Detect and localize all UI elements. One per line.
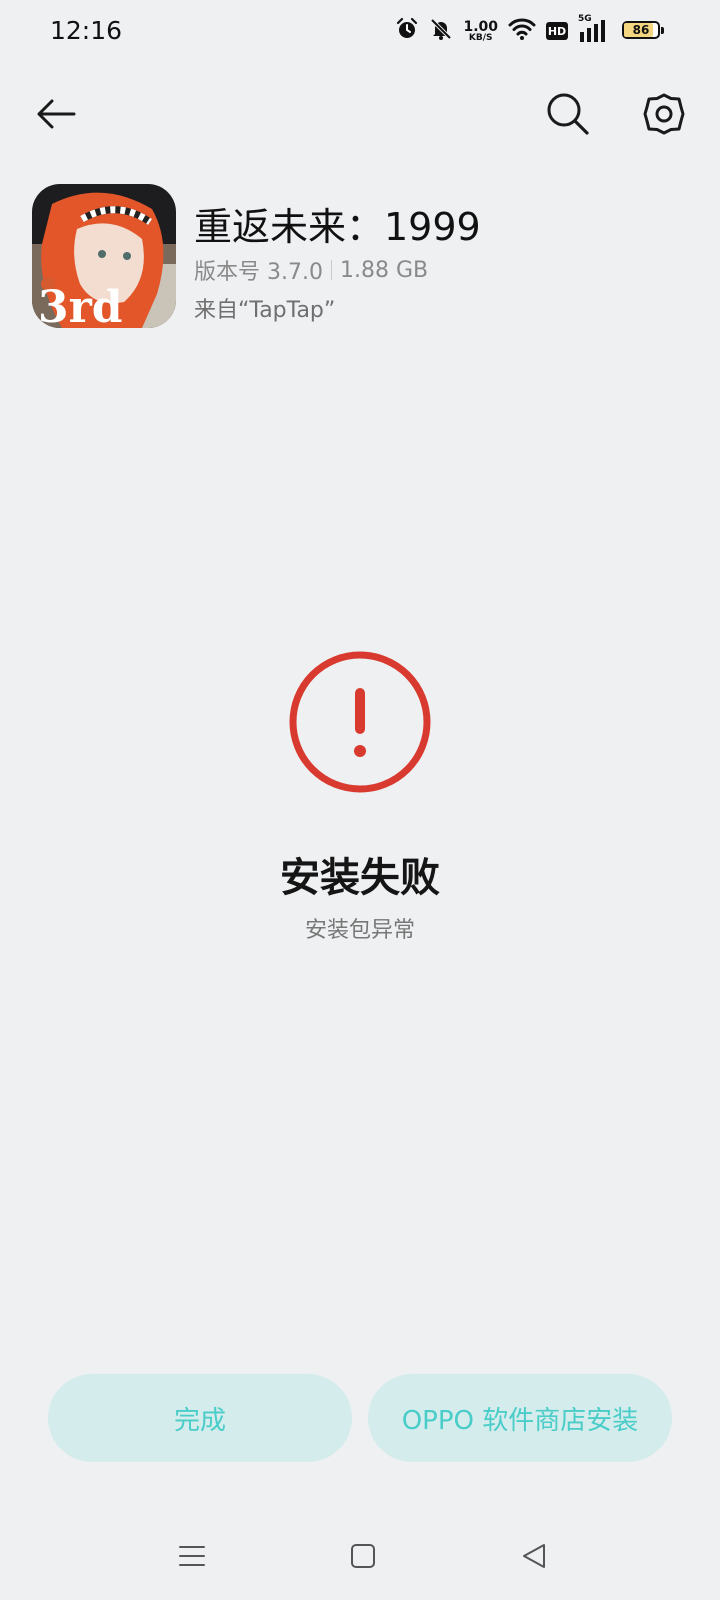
settings-button[interactable] bbox=[636, 88, 692, 144]
network-speed-value: 1.00 bbox=[463, 18, 498, 35]
status-time: 12:16 bbox=[50, 16, 123, 45]
hd-badge: HD bbox=[546, 22, 568, 40]
bell-muted-icon bbox=[429, 17, 453, 45]
search-icon bbox=[545, 91, 591, 141]
app-info: 3rd 重返未来：1999 版本号 3.7.0 1.88 GB 来自“TapTa… bbox=[32, 184, 692, 328]
meta-divider bbox=[330, 260, 332, 280]
app-icon-text: 3rd bbox=[38, 282, 123, 328]
back-button[interactable] bbox=[28, 88, 84, 144]
app-version: 版本号 3.7.0 bbox=[194, 260, 323, 285]
back-icon bbox=[520, 1542, 548, 1574]
home-icon bbox=[349, 1542, 377, 1574]
done-button[interactable]: 完成 bbox=[48, 1374, 352, 1462]
app-meta: 版本号 3.7.0 1.88 GB bbox=[194, 254, 428, 286]
app-icon: 3rd bbox=[32, 184, 176, 328]
battery-level: 86 bbox=[632, 23, 650, 37]
alarm-icon bbox=[395, 17, 419, 45]
app-name: 重返未来：1999 bbox=[194, 205, 481, 249]
network-speed: 1.00 KB/S bbox=[463, 20, 498, 43]
wifi-icon bbox=[508, 17, 536, 45]
error-icon bbox=[288, 650, 432, 794]
result-subtitle: 安装包异常 bbox=[304, 918, 415, 943]
app-size: 1.88 GB bbox=[339, 257, 429, 283]
search-button[interactable] bbox=[540, 88, 596, 144]
app-source: 来自“TapTap” bbox=[194, 298, 336, 323]
nav-menu-button[interactable] bbox=[170, 1536, 214, 1580]
oppo-store-install-button[interactable]: OPPO 软件商店安装 bbox=[368, 1374, 672, 1462]
battery-icon: 86 bbox=[622, 21, 666, 41]
gear-icon bbox=[641, 91, 687, 141]
back-arrow-icon bbox=[34, 92, 78, 140]
network-speed-unit: KB/S bbox=[468, 32, 493, 43]
status-bar: 12:16 1.00 KB/S HD 5G 86 bbox=[0, 0, 720, 64]
nav-home-button[interactable] bbox=[341, 1536, 385, 1580]
signal-icon: 5G bbox=[578, 14, 612, 44]
navigation-bar bbox=[0, 1520, 720, 1600]
nav-back-button[interactable] bbox=[512, 1536, 556, 1580]
status-icons: 1.00 KB/S HD 5G 86 bbox=[385, 14, 666, 46]
result-title: 安装失败 bbox=[280, 855, 440, 901]
menu-icon bbox=[178, 1542, 206, 1574]
